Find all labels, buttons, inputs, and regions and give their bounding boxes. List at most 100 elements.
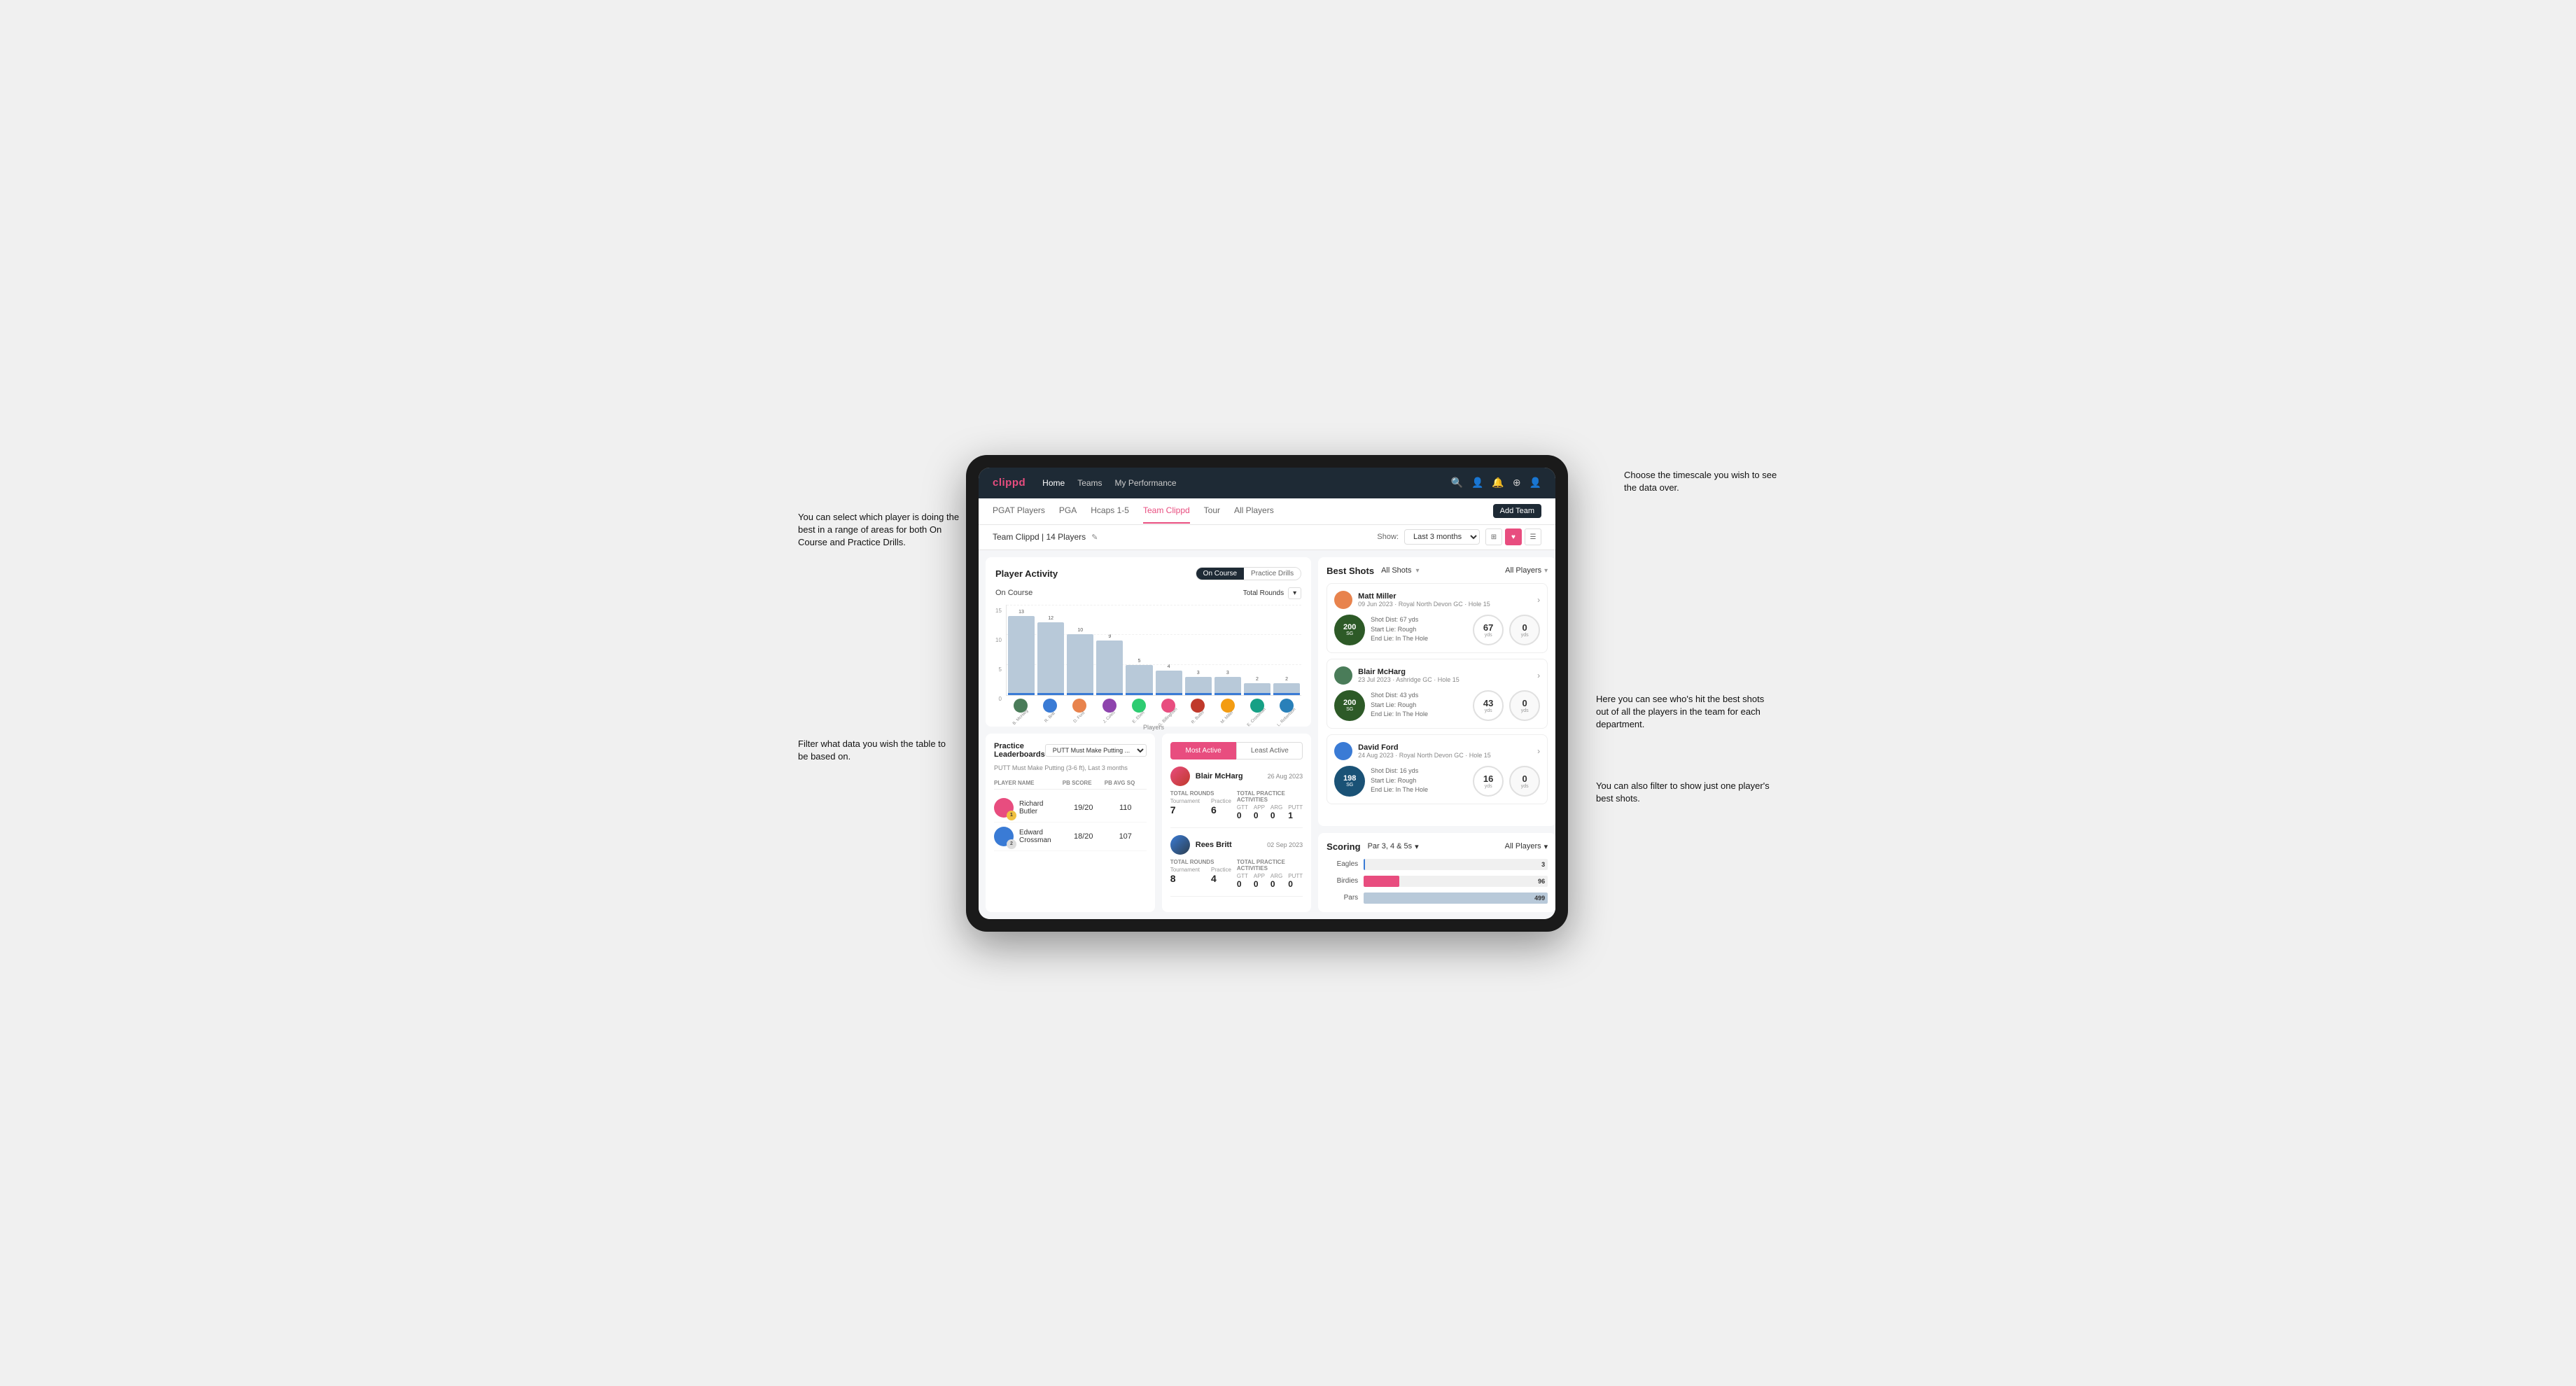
scoring-bars: Eagles 3 Birdies — [1326, 859, 1548, 904]
lb-avatar-wrapper-0: 1 — [994, 798, 1014, 818]
bar-value-1: 12 — [1048, 616, 1054, 621]
bar-value-8: 2 — [1256, 677, 1259, 682]
shot-zero-val-0: 0 — [1522, 622, 1527, 633]
shot-badge-1: 200 SG — [1334, 690, 1365, 721]
settings-icon[interactable]: ⊕ — [1513, 477, 1521, 489]
active-avatar-0 — [1170, 766, 1190, 786]
scoring-players[interactable]: All Players ▾ — [1505, 842, 1548, 851]
birdies-value: 96 — [1538, 878, 1545, 885]
shots-filter[interactable]: All Shots ▾ — [1381, 566, 1419, 575]
shot-badge-num-0: 200 — [1343, 623, 1356, 631]
tab-pgat-players[interactable]: PGAT Players — [993, 498, 1045, 524]
practice-label-0: Practice — [1211, 798, 1231, 804]
lb-row-1: 2 Edward Crossman 18/20 107 — [994, 822, 1147, 851]
scoring-row-eagles: Eagles 3 — [1326, 859, 1548, 870]
bell-icon[interactable]: 🔔 — [1492, 477, 1504, 489]
shot-metrics-0: 200 SG Shot Dist: 67 yds Start Lie: Roug… — [1334, 615, 1540, 645]
tab-hcaps[interactable]: Hcaps 1-5 — [1091, 498, 1129, 524]
lb-score-0: 19/20 — [1063, 804, 1105, 812]
active-tabs: Most Active Least Active — [1170, 742, 1303, 760]
edit-icon[interactable]: ✎ — [1091, 533, 1098, 542]
nav-link-performance[interactable]: My Performance — [1115, 475, 1177, 491]
shot-yds-1: 43 yds — [1473, 690, 1504, 721]
active-player-header-0: Blair McHarg 26 Aug 2023 — [1170, 766, 1303, 786]
nav-link-teams[interactable]: Teams — [1077, 475, 1102, 491]
shot-course-1: Ashridge GC — [1396, 676, 1432, 683]
shot-metrics-2: 198 SG Shot Dist: 16 yds Start Lie: Roug… — [1334, 766, 1540, 797]
shot-course-0: Royal North Devon GC — [1399, 601, 1463, 608]
shot-course-2: Royal North Devon GC — [1399, 752, 1464, 759]
bar-0 — [1008, 616, 1035, 695]
tab-all-players[interactable]: All Players — [1234, 498, 1274, 524]
chart-dropdown-button[interactable]: ▾ — [1288, 587, 1301, 599]
avatar-icon[interactable]: 👤 — [1530, 477, 1541, 489]
search-icon[interactable]: 🔍 — [1451, 477, 1463, 489]
tab-pga[interactable]: PGA — [1059, 498, 1077, 524]
birdies-label: Birdies — [1326, 877, 1358, 885]
shot-expand-0[interactable]: › — [1537, 595, 1540, 605]
active-player-header-1: Rees Britt 02 Sep 2023 — [1170, 835, 1303, 855]
active-rounds-1: Total Rounds Tournament 8 Practice — [1170, 859, 1231, 889]
shot-badge-2: 198 SG — [1334, 766, 1365, 797]
x-axis-label: Players — [1006, 724, 1301, 731]
scoring-filter[interactable]: Par 3, 4 & 5s ▾ — [1368, 842, 1419, 851]
scoring-filter-label: Par 3, 4 & 5s — [1368, 842, 1413, 850]
nav-link-home[interactable]: Home — [1042, 475, 1065, 491]
tab-team-clippd[interactable]: Team Clippd — [1143, 498, 1190, 524]
users-icon[interactable]: 👤 — [1471, 477, 1483, 489]
eagles-label: Eagles — [1326, 860, 1358, 868]
practice-drills-toggle[interactable]: Practice Drills — [1244, 568, 1301, 580]
shot-yds-val-0: 67 — [1483, 622, 1493, 633]
active-activities-label-0: Total Practice Activities — [1237, 790, 1303, 803]
pars-label: Pars — [1326, 894, 1358, 902]
shot-expand-2[interactable]: › — [1537, 746, 1540, 756]
nav-links: Home Teams My Performance — [1042, 475, 1434, 491]
putt-0: PUTT 1 — [1288, 804, 1303, 820]
shot-zero-2: 0 yds — [1509, 766, 1540, 797]
arg-val-0: 0 — [1270, 811, 1282, 820]
bar-7 — [1214, 677, 1241, 695]
shot-card-1: Blair McHarg 23 Jul 2023 · Ashridge GC ·… — [1326, 659, 1548, 729]
heart-view-button[interactable]: ♥ — [1505, 528, 1522, 545]
putt-label-1: PUTT — [1288, 873, 1303, 879]
active-date-1: 02 Sep 2023 — [1267, 841, 1303, 848]
shot-yds-unit-0: yds — [1485, 633, 1492, 638]
tournament-stat-1: Tournament 8 — [1170, 867, 1200, 884]
player-name-3: J. Coles — [1102, 710, 1116, 724]
lb-score-1: 18/20 — [1063, 832, 1105, 841]
show-label: Show: — [1377, 533, 1399, 541]
shot-player-info-2: David Ford 24 Aug 2023 · Royal North Dev… — [1334, 742, 1540, 760]
tab-tour[interactable]: Tour — [1204, 498, 1220, 524]
leaderboard-dropdown[interactable]: PUTT Must Make Putting ... — [1045, 744, 1147, 757]
least-active-tab[interactable]: Least Active — [1236, 742, 1303, 760]
shot-yds-0: 67 yds — [1473, 615, 1504, 645]
y-axis: 15 10 5 0 — [995, 605, 1006, 703]
lb-avg-0: 110 — [1105, 804, 1147, 812]
players-filter[interactable]: All Players ▾ — [1505, 566, 1548, 575]
time-filter-dropdown[interactable]: Last 3 months — [1404, 529, 1480, 545]
shot-details-2: 24 Aug 2023 · Royal North Devon GC · Hol… — [1358, 752, 1491, 759]
bar-2 — [1067, 634, 1093, 695]
active-rounds-label-1: Total Rounds — [1170, 859, 1231, 865]
shot-zero-0: 0 yds — [1509, 615, 1540, 645]
shot-expand-1[interactable]: › — [1537, 671, 1540, 680]
on-course-toggle[interactable]: On Course — [1196, 568, 1244, 580]
player-name-1: R. Britt — [1044, 711, 1056, 723]
y-label-15: 15 — [995, 608, 1002, 614]
most-active-card: Most Active Least Active Blair McHarg — [1162, 734, 1311, 912]
shot-player-name-1: Blair McHarg — [1358, 668, 1460, 676]
lb-player-1: 2 Edward Crossman — [994, 827, 1063, 846]
practice-stat-1: Practice 4 — [1211, 867, 1231, 884]
lb-col-player: PLAYER NAME — [994, 780, 1063, 786]
most-active-tab[interactable]: Most Active — [1170, 742, 1237, 760]
list-view-button[interactable]: ☰ — [1525, 528, 1541, 545]
player-name-4: E. Ebert — [1132, 710, 1146, 724]
players-filter-label: All Players — [1505, 566, 1541, 575]
active-activities-0: Total Practice Activities GTT 0 APP — [1237, 790, 1303, 820]
add-team-button[interactable]: Add Team — [1493, 504, 1541, 518]
grid-view-button[interactable]: ⊞ — [1485, 528, 1502, 545]
shot-yds-unit-1: yds — [1485, 708, 1492, 713]
active-activities-1: Total Practice Activities GTT 0 APP — [1237, 859, 1303, 889]
player-col-6: R. Butler — [1184, 699, 1211, 720]
eagles-bar-track: 3 — [1364, 859, 1548, 870]
